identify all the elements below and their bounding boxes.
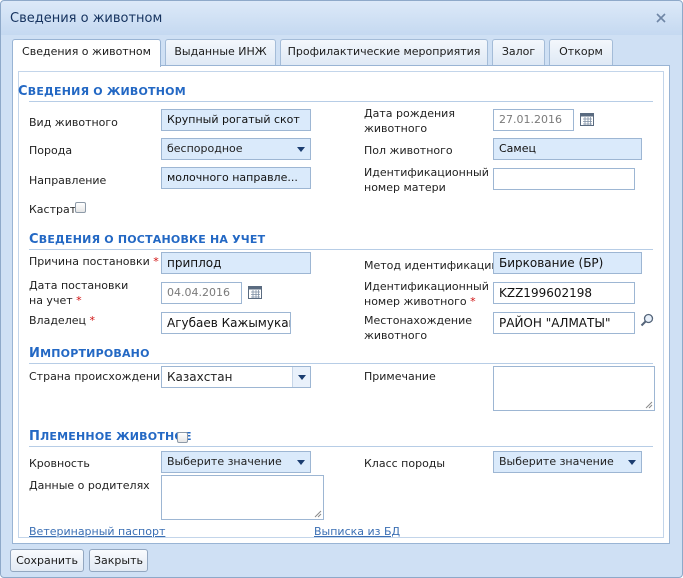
section-breeding-title: ПЛЕМЕННОЕ ЖИВОТНОЕ — [29, 429, 192, 444]
tab-preventive-measures[interactable]: Профилактические мероприятия — [280, 39, 488, 65]
registration-date-label: Дата постановки на учет * — [29, 279, 129, 307]
country-select[interactable]: Казахстан — [161, 366, 311, 388]
animal-info-dialog: Сведения о животном Сведения о животном … — [0, 0, 683, 578]
close-icon[interactable] — [653, 10, 669, 26]
resize-grip-icon[interactable] — [645, 401, 653, 409]
note-textarea[interactable] — [493, 366, 655, 411]
birth-date-label: Дата рождения животного — [364, 107, 455, 135]
direction-label: Направление — [29, 174, 107, 187]
section-divider — [29, 363, 653, 364]
sex-field[interactable]: Самец — [493, 138, 642, 160]
tab-issued-ids[interactable]: Выданные ИНЖ — [165, 39, 276, 65]
owner-field[interactable]: Агубаев Кажымукан — [161, 312, 291, 334]
birth-date-field[interactable]: 27.01.2016 — [493, 109, 574, 131]
blood-select-value: Выберите значение — [167, 455, 282, 468]
section-divider — [29, 249, 653, 250]
blood-label: Кровность — [29, 457, 90, 470]
castrated-checkbox[interactable] — [75, 202, 86, 213]
country-select-value: Казахстан — [167, 370, 233, 384]
castrated-label: Кастрат — [29, 203, 77, 216]
sex-label: Пол животного — [364, 144, 453, 157]
calendar-icon[interactable] — [247, 284, 263, 300]
animal-id-field[interactable]: KZZ199602198 — [493, 282, 635, 304]
section-registration-title: СВЕДЕНИЯ О ПОСТАНОВКЕ НА УЧЕТ — [29, 232, 266, 247]
mother-id-label: Идентификационный номер матери — [364, 166, 489, 194]
dropdown-button[interactable] — [292, 367, 310, 387]
chevron-down-icon — [628, 460, 636, 465]
location-field[interactable]: РАЙОН "АЛМАТЫ" — [493, 312, 635, 334]
id-method-label: Метод идентификации — [364, 259, 499, 272]
section-imported-title: ИМПОРТИРОВАНО — [29, 346, 150, 361]
parents-textarea[interactable] — [161, 475, 324, 520]
registration-date-field[interactable]: 04.04.2016 — [161, 282, 242, 304]
breed-class-label: Класс породы — [364, 457, 446, 470]
resize-grip-icon[interactable] — [314, 510, 322, 518]
reason-label: Причина постановки * — [29, 255, 159, 268]
animal-id-label: Идентификационный номер животного * — [364, 280, 489, 308]
section-animal-info-title: СВЕДЕНИЯ О ЖИВОТНОМ — [18, 84, 186, 99]
db-extract-link[interactable]: Выписка из БД — [314, 525, 400, 538]
parents-label: Данные о родителях — [29, 479, 150, 492]
section-divider — [29, 101, 653, 102]
save-button[interactable]: Сохранить — [10, 549, 84, 572]
breed-class-select[interactable]: Выберите значение — [493, 451, 642, 473]
location-label: Местонахождение животного — [364, 314, 473, 342]
breed-select-value: беспородное — [167, 142, 243, 155]
animal-type-field[interactable]: Крупный рогатый скот — [161, 109, 311, 131]
breed-class-select-value: Выберите значение — [499, 455, 614, 468]
vet-passport-link[interactable]: Ветеринарный паспорт — [29, 525, 165, 538]
dialog-title: Сведения о животном — [10, 11, 163, 26]
country-label: Страна происхождения — [29, 370, 167, 383]
tab-animal-info[interactable]: Сведения о животном — [12, 39, 161, 67]
direction-field[interactable]: молочного направле... — [161, 167, 311, 189]
chevron-down-icon — [297, 460, 305, 465]
mother-id-input[interactable] — [493, 168, 635, 190]
tab-pledge[interactable]: Залог — [492, 39, 545, 65]
reason-field[interactable]: приплод — [161, 252, 311, 274]
animal-type-label: Вид животного — [29, 116, 118, 129]
id-method-field[interactable]: Биркование (БР) — [493, 252, 642, 274]
section-divider — [29, 446, 653, 447]
search-icon[interactable] — [639, 312, 655, 328]
close-button[interactable]: Закрыть — [89, 549, 148, 572]
tab-fattening[interactable]: Откорм — [549, 39, 613, 65]
chevron-down-icon — [297, 147, 305, 152]
breeding-checkbox[interactable] — [177, 432, 188, 443]
dialog-titlebar: Сведения о животном — [1, 1, 682, 35]
breed-select[interactable]: беспородное — [161, 138, 311, 160]
chevron-down-icon — [298, 375, 306, 380]
note-label: Примечание — [364, 370, 436, 383]
blood-select[interactable]: Выберите значение — [161, 451, 311, 473]
breed-label: Порода — [29, 144, 73, 157]
calendar-icon[interactable] — [579, 111, 595, 127]
owner-label: Владелец * — [29, 314, 95, 327]
